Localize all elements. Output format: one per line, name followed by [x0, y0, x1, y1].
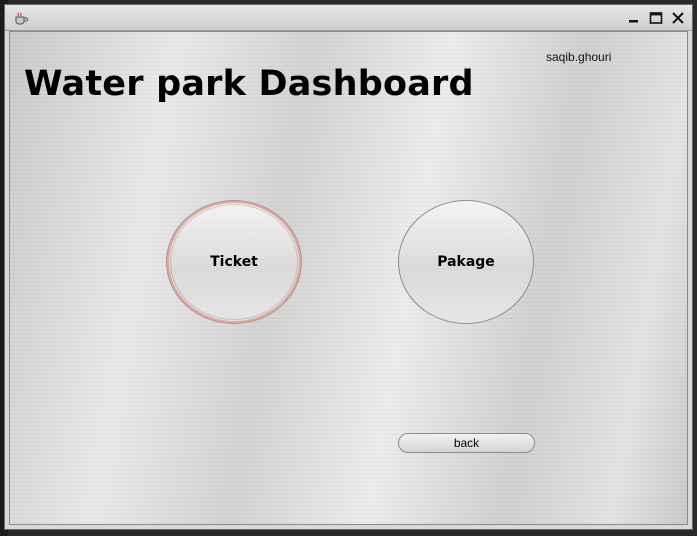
maximize-icon[interactable] [647, 9, 665, 27]
minimize-icon[interactable] [625, 9, 643, 27]
pakage-button-label: Pakage [437, 254, 495, 270]
username-label: saqib.ghouri [546, 50, 612, 64]
dashboard-panel: saqib.ghouri Water park Dashboard Ticket… [9, 31, 688, 525]
ticket-button[interactable]: Ticket [166, 200, 302, 324]
app-window: saqib.ghouri Water park Dashboard Ticket… [4, 4, 693, 530]
page-title: Water park Dashboard [24, 64, 474, 104]
pakage-button[interactable]: Pakage [398, 200, 534, 324]
close-icon[interactable] [669, 9, 687, 27]
back-button[interactable]: back [398, 433, 535, 453]
coffee-cup-icon [13, 11, 29, 25]
back-button-label: back [453, 436, 480, 450]
title-bar[interactable] [5, 5, 692, 31]
ticket-button-label: Ticket [210, 254, 258, 270]
